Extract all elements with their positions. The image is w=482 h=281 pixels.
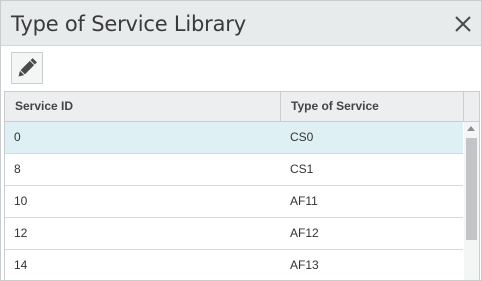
table-row[interactable]: 10 AF11 [5,186,463,218]
type-of-service-library-dialog: Type of Service Library Service ID Type … [0,0,482,281]
service-grid: Service ID Type of Service 0 CS0 8 CS1 1… [4,91,480,280]
service-id-cell: 8 [14,162,21,176]
table-row[interactable]: 0 CS0 [5,122,463,154]
dialog-titlebar: Type of Service Library [1,1,481,46]
service-id-cell: 10 [14,194,28,208]
table-row[interactable]: 8 CS1 [5,154,463,186]
type-of-service-cell: AF11 [290,194,318,208]
toolbar [1,46,481,91]
table-row[interactable]: 12 AF12 [5,218,463,250]
column-header-spacer [464,92,479,121]
dialog-title: Type of Service Library [11,12,246,36]
type-of-service-cell: CS1 [290,162,314,176]
column-header-type-of-service[interactable]: Type of Service [281,92,464,121]
type-of-service-cell: AF12 [290,226,319,240]
service-id-cell: 14 [14,258,28,272]
vertical-scrollbar[interactable] [464,122,479,280]
column-header-service-id[interactable]: Service ID [5,92,281,121]
close-button[interactable] [453,14,473,34]
type-of-service-cell: CS0 [290,130,314,144]
service-id-cell: 12 [14,226,28,240]
type-of-service-cell: AF13 [290,258,319,272]
grid-header: Service ID Type of Service [5,92,479,122]
service-id-cell: 0 [14,130,21,144]
table-row[interactable]: 14 AF13 [5,250,463,280]
scroll-thumb[interactable] [466,138,477,240]
pencil-icon [18,58,37,77]
scroll-up-arrow-icon[interactable] [467,126,475,131]
grid-body: 0 CS0 8 CS1 10 AF11 12 AF12 14 AF13 [5,122,463,280]
edit-button[interactable] [11,52,43,84]
close-icon [455,16,471,32]
